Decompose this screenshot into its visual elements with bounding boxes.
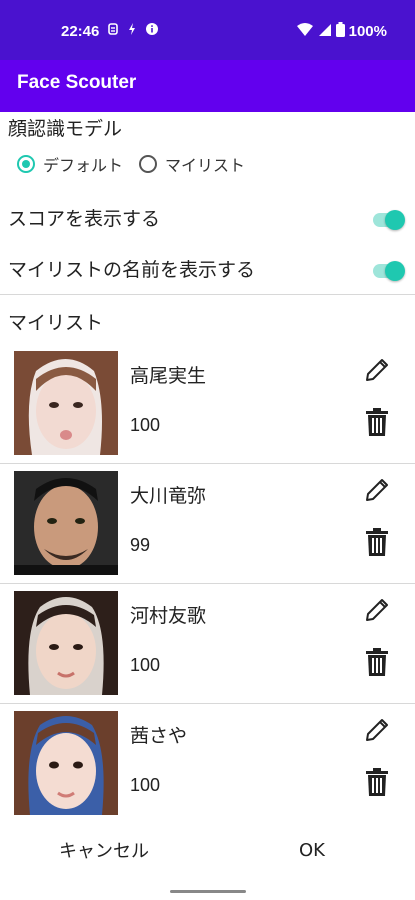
delete-icon bbox=[364, 407, 390, 441]
signal-icon bbox=[318, 23, 332, 41]
radio-default-label: デフォルト bbox=[43, 156, 124, 175]
radio-default[interactable]: デフォルト bbox=[17, 152, 123, 176]
edit-icon bbox=[363, 356, 391, 388]
wifi-icon bbox=[296, 22, 314, 41]
ok-button[interactable]: OK bbox=[280, 832, 344, 868]
info-icon bbox=[145, 22, 159, 40]
list-item: 茜さや 100 bbox=[0, 703, 415, 823]
status-bar: 22:46 100% bbox=[0, 0, 415, 60]
item-name: 茜さや bbox=[130, 725, 188, 747]
delete-button[interactable] bbox=[360, 527, 394, 561]
delete-icon bbox=[364, 767, 390, 801]
show-mylist-name-row: マイリストの名前を表示する bbox=[0, 249, 415, 289]
edit-button[interactable] bbox=[360, 475, 394, 509]
status-left: 22:46 bbox=[61, 22, 159, 40]
show-mylist-name-switch[interactable] bbox=[373, 261, 405, 281]
item-name: 高尾実生 bbox=[130, 365, 207, 387]
radio-unchecked-icon bbox=[139, 155, 158, 173]
edit-icon bbox=[363, 716, 391, 748]
navigation-handle[interactable] bbox=[170, 890, 246, 893]
radio-mylist[interactable]: マイリスト bbox=[139, 152, 245, 176]
mylist-title: マイリスト bbox=[8, 312, 104, 334]
radio-checked-icon bbox=[17, 155, 35, 173]
status-time: 22:46 bbox=[61, 22, 100, 40]
edit-icon bbox=[363, 476, 391, 508]
app-title: Face Scouter bbox=[17, 72, 137, 93]
radio-mylist-label: マイリスト bbox=[165, 156, 246, 175]
app-bar: Face Scouter bbox=[0, 60, 415, 112]
item-name: 河村友歌 bbox=[130, 605, 207, 627]
list-item: 河村友歌 100 bbox=[0, 583, 415, 703]
model-section-title: 顔認識モデル bbox=[8, 118, 123, 140]
switch-thumb bbox=[385, 261, 405, 281]
show-score-row: スコアを表示する bbox=[0, 198, 415, 238]
face-photo bbox=[14, 471, 118, 575]
divider bbox=[0, 294, 415, 295]
item-score: 100 bbox=[130, 415, 161, 435]
item-score: 100 bbox=[130, 655, 161, 675]
edit-button[interactable] bbox=[360, 355, 394, 389]
edit-button[interactable] bbox=[360, 595, 394, 629]
switch-thumb bbox=[385, 210, 405, 230]
model-radio-group: デフォルト マイリスト bbox=[17, 152, 261, 176]
face-photo bbox=[14, 591, 118, 695]
sim-icon bbox=[107, 22, 119, 40]
delete-button[interactable] bbox=[360, 647, 394, 681]
show-score-switch[interactable] bbox=[373, 210, 405, 230]
list-item: 高尾実生 100 bbox=[0, 343, 415, 463]
show-mylist-name-label: マイリストの名前を表示する bbox=[8, 259, 256, 281]
delete-button[interactable] bbox=[360, 407, 394, 441]
delete-icon bbox=[364, 647, 390, 681]
show-score-label: スコアを表示する bbox=[8, 208, 161, 230]
cancel-button[interactable]: キャンセル bbox=[40, 832, 168, 868]
item-score: 99 bbox=[130, 535, 151, 555]
delete-icon bbox=[364, 527, 390, 561]
status-right: 100% bbox=[296, 22, 387, 41]
item-name: 大川竜弥 bbox=[130, 485, 207, 507]
list-item: 大川竜弥 99 bbox=[0, 463, 415, 583]
item-score: 100 bbox=[130, 775, 161, 795]
edit-button[interactable] bbox=[360, 715, 394, 749]
battery-icon bbox=[335, 22, 345, 41]
battery-level: 100% bbox=[348, 23, 387, 40]
face-photo bbox=[14, 711, 118, 815]
delete-button[interactable] bbox=[360, 767, 394, 801]
face-photo bbox=[14, 351, 118, 455]
flash-icon bbox=[127, 22, 137, 40]
edit-icon bbox=[363, 596, 391, 628]
